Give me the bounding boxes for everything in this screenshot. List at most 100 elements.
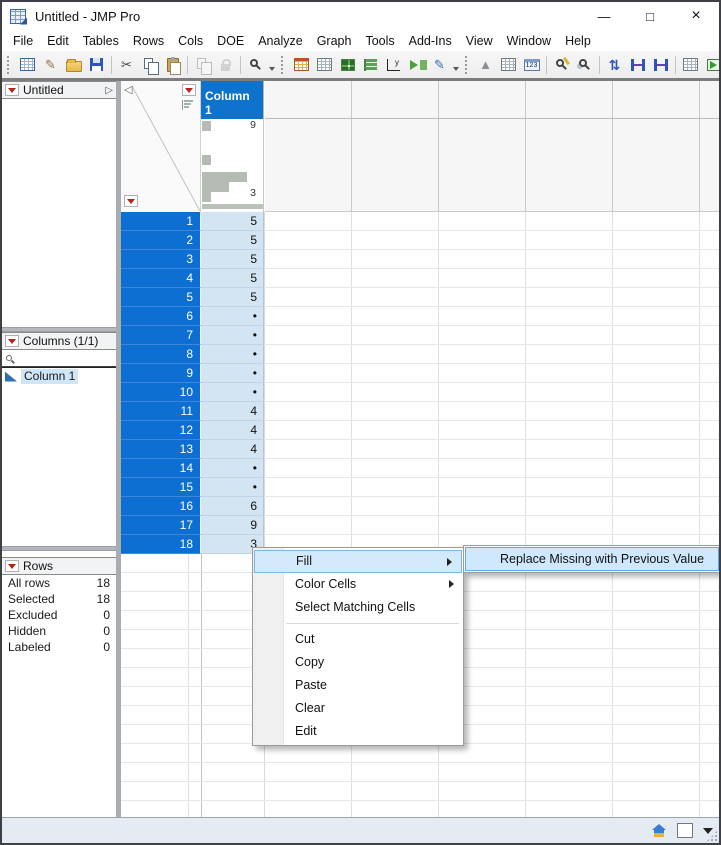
histogram-bar-5[interactable] — [202, 172, 247, 182]
row-header-1[interactable]: 1 — [121, 212, 201, 231]
minimize-button[interactable]: — — [581, 2, 627, 30]
row-header-16[interactable]: 16 — [121, 497, 201, 516]
menu-addins[interactable]: Add-Ins — [402, 32, 459, 50]
calendar-123-icon[interactable]: 123 — [521, 55, 542, 75]
context-menu-item-fill[interactable]: Fill — [254, 550, 462, 573]
menu-rows[interactable]: Rows — [126, 32, 171, 50]
row-header-18[interactable]: 18 — [121, 535, 201, 554]
cell-column1-row9[interactable]: • — [201, 364, 264, 383]
submenu-item-replace-missing-with-previous-value[interactable]: Replace Missing with Previous Value — [465, 547, 719, 571]
row-header-2[interactable]: 2 — [121, 231, 201, 250]
summary-table-icon[interactable] — [314, 55, 335, 75]
cell-column1-row17[interactable]: 9 — [201, 516, 264, 535]
toolbar-grip[interactable] — [465, 55, 470, 74]
cell-column1-row16[interactable]: 6 — [201, 497, 264, 516]
column-header-histogram[interactable]: 9 3 — [201, 119, 264, 212]
columns-bars-icon[interactable] — [182, 100, 193, 110]
cell-column1-row6[interactable]: • — [201, 307, 264, 326]
data-grid-icon[interactable] — [498, 55, 519, 75]
search-icon[interactable] — [245, 55, 266, 75]
cell-column1-row8[interactable]: • — [201, 345, 264, 364]
menu-tables[interactable]: Tables — [76, 32, 126, 50]
row-header-6[interactable]: 6 — [121, 307, 201, 326]
context-menu-item-cut[interactable]: Cut — [253, 628, 463, 651]
collapse-left-icon[interactable]: ◁ — [124, 83, 132, 96]
context-menu-item-paste[interactable]: Paste — [253, 674, 463, 697]
row-header-9[interactable]: 9 — [121, 364, 201, 383]
toolbar-overflow-icon[interactable] — [453, 66, 459, 71]
menu-edit[interactable]: Edit — [40, 32, 76, 50]
context-menu-item-clear[interactable]: Clear — [253, 697, 463, 720]
window-state-box[interactable] — [677, 823, 693, 838]
import-data-icon[interactable] — [406, 55, 427, 75]
histogram-bar-9[interactable] — [202, 121, 211, 131]
split-table-icon[interactable] — [650, 55, 671, 75]
table-icon[interactable] — [680, 55, 701, 75]
menu-tools[interactable]: Tools — [358, 32, 401, 50]
toolbar-grip[interactable] — [281, 55, 286, 74]
open-icon[interactable] — [63, 55, 84, 75]
row-header-3[interactable]: 3 — [121, 250, 201, 269]
row-header-11[interactable]: 11 — [121, 402, 201, 421]
cell-column1-row13[interactable]: 4 — [201, 440, 264, 459]
sort-icon[interactable]: ⇅ — [604, 55, 625, 75]
run-script-icon[interactable] — [703, 55, 719, 75]
row-header-13[interactable]: 13 — [121, 440, 201, 459]
plot-yx-icon[interactable]: y — [383, 55, 404, 75]
cell-column1-row10[interactable]: • — [201, 383, 264, 402]
cell-column1-row3[interactable]: 5 — [201, 250, 264, 269]
columns-red-triangle-icon[interactable] — [182, 84, 196, 96]
maximize-button[interactable]: □ — [627, 2, 673, 30]
row-header-4[interactable]: 4 — [121, 269, 201, 288]
row-header-10[interactable]: 10 — [121, 383, 201, 402]
new-data-table-icon[interactable] — [17, 55, 38, 75]
row-header-14[interactable]: 14 — [121, 459, 201, 478]
graph-bars-icon[interactable] — [360, 55, 381, 75]
script-editor-icon[interactable]: ✎ — [429, 55, 450, 75]
paste-icon[interactable] — [162, 55, 183, 75]
join-tables-icon[interactable] — [627, 55, 648, 75]
close-button[interactable]: × — [673, 2, 719, 30]
column-header-column1[interactable]: Column 1 — [201, 81, 264, 119]
red-triangle-icon[interactable] — [5, 335, 19, 347]
red-triangle-icon[interactable] — [5, 84, 19, 96]
row-header-17[interactable]: 17 — [121, 516, 201, 535]
row-header-7[interactable]: 7 — [121, 326, 201, 345]
menu-analyze[interactable]: Analyze — [251, 32, 309, 50]
menu-graph[interactable]: Graph — [310, 32, 359, 50]
row-header-15[interactable]: 15 — [121, 478, 201, 497]
toolbar-grip[interactable] — [7, 55, 12, 74]
columns-search-input[interactable] — [2, 350, 116, 367]
cell-column1-row5[interactable]: 5 — [201, 288, 264, 307]
context-menu-item-color-cells[interactable]: Color Cells — [253, 573, 463, 596]
tile-windows-icon[interactable] — [337, 55, 358, 75]
cell-column1-row4[interactable]: 5 — [201, 269, 264, 288]
red-triangle-icon[interactable] — [5, 560, 19, 572]
menu-window[interactable]: Window — [500, 32, 558, 50]
histogram-missing-bar[interactable] — [202, 204, 263, 209]
histogram-bar-6[interactable] — [202, 155, 211, 165]
histogram-bar-4[interactable] — [202, 182, 229, 192]
dropdown-icon[interactable] — [703, 827, 713, 834]
annotate-icon[interactable] — [551, 55, 572, 75]
save-icon[interactable] — [86, 55, 107, 75]
cell-column1-row15[interactable]: • — [201, 478, 264, 497]
row-header-5[interactable]: 5 — [121, 288, 201, 307]
data-table-icon[interactable] — [291, 55, 312, 75]
cell-column1-row1[interactable]: 5 — [201, 212, 264, 231]
row-header-8[interactable]: 8 — [121, 345, 201, 364]
cell-column1-row12[interactable]: 4 — [201, 421, 264, 440]
rows-red-triangle-icon[interactable] — [124, 195, 138, 207]
menu-cols[interactable]: Cols — [171, 32, 210, 50]
row-header-12[interactable]: 12 — [121, 421, 201, 440]
copy-icon[interactable] — [139, 55, 160, 75]
menu-help[interactable]: Help — [558, 32, 598, 50]
cell-column1-row2[interactable]: 5 — [201, 231, 264, 250]
cell-column1-row7[interactable]: • — [201, 326, 264, 345]
context-menu-item-copy[interactable]: Copy — [253, 651, 463, 674]
context-menu-item-edit[interactable]: Edit — [253, 720, 463, 743]
histogram-bar-3[interactable] — [202, 192, 211, 202]
sidebar-item-column1[interactable]: Column 1 — [2, 367, 116, 384]
search-table-icon[interactable] — [574, 55, 595, 75]
new-script-icon[interactable]: ✎ — [40, 55, 61, 75]
